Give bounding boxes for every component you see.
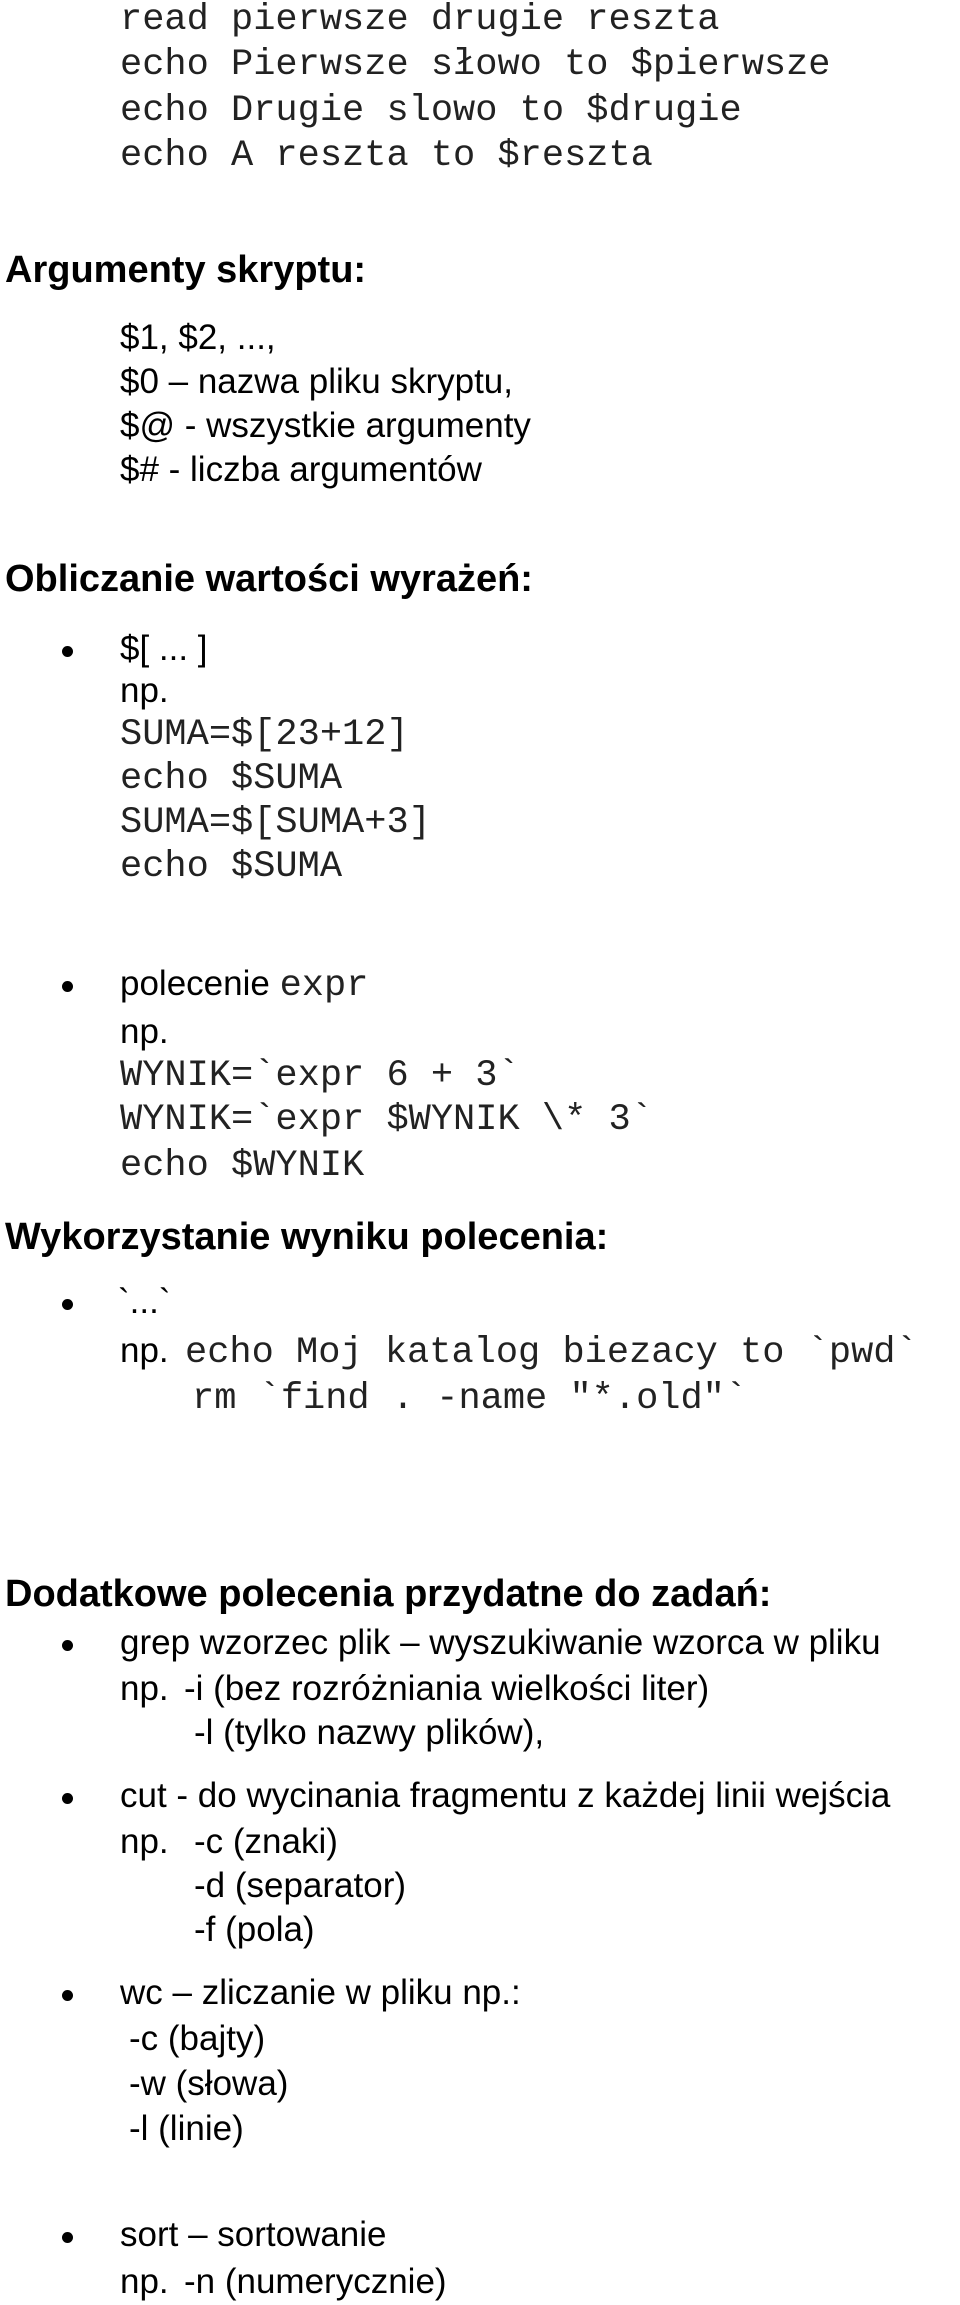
argument-item: $# - liczba argumentów	[120, 450, 482, 489]
bullet-icon	[62, 646, 73, 657]
option-item: -c (znaki)	[194, 1822, 338, 1861]
command-title: cut - do wycinania fragmentu z każdej li…	[120, 1776, 891, 1815]
option-item: -n (numerycznie)	[184, 2262, 447, 2301]
command-title: sort – sortowanie	[120, 2215, 387, 2254]
example-label: np.	[120, 1669, 169, 1708]
bullet-icon	[62, 1299, 73, 1310]
expr-command: expr	[279, 965, 369, 1007]
option-item: -l (linie)	[129, 2109, 244, 2148]
section-heading: Argumenty skryptu:	[5, 249, 367, 291]
bullet-icon	[62, 2232, 73, 2243]
code-line: SUMA=$[SUMA+3]	[120, 802, 431, 844]
bullet-icon	[62, 1990, 73, 2001]
bullet-icon	[62, 1640, 73, 1651]
option-item: -w (słowa)	[129, 2064, 289, 2103]
option-item: -c (bajty)	[129, 2019, 266, 2058]
code-line: read pierwsze drugie reszta	[120, 0, 720, 41]
expr-label: polecenie	[120, 964, 270, 1003]
code-line: echo Drugie slowo to $drugie	[120, 90, 742, 132]
example-label: np.	[120, 1822, 169, 1861]
argument-item: $@ - wszystkie argumenty	[120, 406, 531, 445]
example-label: np.	[120, 1331, 169, 1370]
code-line: echo Moj katalog biezacy to `pwd`	[185, 1332, 918, 1374]
example-label: np.	[120, 2262, 169, 2301]
code-line: WYNIK=`expr $WYNIK \* 3`	[120, 1099, 653, 1141]
example-label: np.	[120, 1012, 169, 1051]
code-line: echo Pierwsze słowo to $pierwsze	[120, 44, 831, 86]
option-item: -f (pola)	[194, 1910, 315, 1949]
code-line: echo A reszta to $reszta	[120, 135, 653, 177]
bullet-icon	[62, 1793, 73, 1804]
list-item-label: `...`	[118, 1282, 171, 1321]
code-line: WYNIK=`expr 6 + 3`	[120, 1055, 520, 1097]
code-line: rm `find . -name "*.old"`	[192, 1378, 748, 1420]
code-line: echo $SUMA	[120, 846, 343, 888]
command-title: wc – zliczanie w pliku np.:	[120, 1973, 521, 2012]
section-heading: Obliczanie wartości wyrażeń:	[5, 558, 533, 600]
bullet-icon	[62, 981, 73, 992]
section-heading: Dodatkowe polecenia przydatne do zadań:	[5, 1573, 772, 1615]
argument-item: $0 – nazwa pliku skryptu,	[120, 362, 513, 401]
command-title: grep wzorzec plik – wyszukiwanie wzorca …	[120, 1623, 881, 1662]
list-item-label: $[ ... ]	[120, 629, 208, 668]
option-item: -i (bez rozróżniania wielkości liter)	[184, 1669, 710, 1708]
section-heading: Wykorzystanie wyniku polecenia:	[5, 1216, 609, 1258]
option-item: -l (tylko nazwy plików),	[194, 1713, 545, 1752]
code-line: echo $WYNIK	[120, 1145, 365, 1187]
code-line: SUMA=$[23+12]	[120, 714, 409, 756]
example-label: np.	[120, 671, 169, 710]
list-item-label: polecenie expr	[120, 966, 368, 1005]
code-line: echo $SUMA	[120, 758, 343, 800]
argument-item: $1, $2, ...,	[120, 318, 276, 357]
option-item: -d (separator)	[194, 1866, 407, 1905]
